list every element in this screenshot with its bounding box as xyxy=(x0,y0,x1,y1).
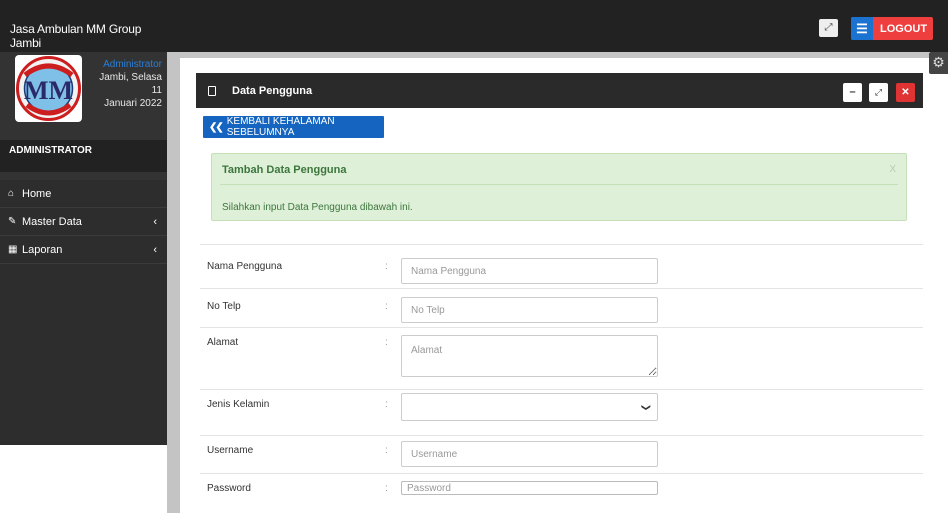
alert-close-button[interactable]: X xyxy=(889,164,896,175)
chevron-down-icon: ❯ xyxy=(641,403,652,412)
user-role: Administrator xyxy=(103,59,162,70)
profile-date-line-1: Jambi, Selasa 11 xyxy=(99,72,162,96)
home-icon: ⌂ xyxy=(8,188,15,199)
username-input[interactable] xyxy=(401,441,658,467)
no-telp-input[interactable] xyxy=(401,297,658,323)
form-divider xyxy=(200,435,923,436)
brand-title[interactable]: Jasa Ambulan MM Group Jambi xyxy=(0,0,167,52)
logout-button[interactable]: ☰ LOGOUT xyxy=(851,17,933,40)
password-label: Password xyxy=(207,483,251,494)
alert-divider xyxy=(220,184,898,185)
form-divider xyxy=(200,288,923,289)
username-label: Username xyxy=(207,445,254,456)
alamat-label: Alamat xyxy=(207,337,239,348)
calendar-icon: ▦ xyxy=(8,244,18,255)
chevron-left-icon: ‹ xyxy=(153,215,157,228)
sidebar: Jasa Ambulan MM Group Jambi MM Administr… xyxy=(0,0,167,445)
logout-label: LOGOUT xyxy=(880,22,928,35)
field-separator: : xyxy=(385,483,388,494)
sidebar-item-label: Master Data xyxy=(22,215,82,228)
profile-date-line-2: Januari 2022 xyxy=(104,98,162,109)
alamat-textarea[interactable] xyxy=(401,335,658,377)
chevron-left-icon: ‹ xyxy=(153,243,157,256)
field-separator: : xyxy=(385,301,388,312)
user-profile: MM Administrator Jambi, Selasa 11 Januar… xyxy=(0,52,167,140)
alert-title: Tambah Data Pengguna xyxy=(222,164,347,176)
menu-icon[interactable]: ☰ xyxy=(851,17,873,40)
form-divider xyxy=(200,327,923,328)
jenis-kelamin-select[interactable]: ❯ xyxy=(401,393,658,421)
sidebar-item-label: Laporan xyxy=(22,243,63,256)
no-telp-label: No Telp xyxy=(207,301,241,312)
back-button-label: KEMBALI KEHALAMAN SEBELUMNYA xyxy=(226,116,335,138)
gear-icon[interactable]: ⚙ xyxy=(929,52,948,74)
expand-icon: ⤢ xyxy=(824,22,833,33)
form-divider xyxy=(200,244,923,245)
logo-letters: MM xyxy=(24,76,73,105)
form-divider xyxy=(200,389,923,390)
top-navbar: ⤢ ☰ LOGOUT xyxy=(167,0,948,52)
sidebar-item-laporan[interactable]: ▦ Laporan ‹ xyxy=(0,236,167,264)
field-separator: : xyxy=(385,261,388,272)
alert-message: Silahkan input Data Pengguna dibawah ini… xyxy=(222,202,413,213)
panel-header: Data Pengguna – ⤢ ✕ xyxy=(196,73,923,108)
sidebar-item-label: Home xyxy=(22,187,52,200)
field-separator: : xyxy=(385,337,388,348)
document-icon xyxy=(208,85,216,96)
field-separator: : xyxy=(385,445,388,456)
double-chevron-left-icon: ❮❮ xyxy=(209,121,224,133)
field-separator: : xyxy=(385,399,388,410)
back-button[interactable]: ❮❮ KEMBALI KEHALAMAN SEBELUMNYA xyxy=(203,116,384,138)
info-alert: Tambah Data Pengguna X Silahkan input Da… xyxy=(211,153,907,221)
edit-icon: ✎ xyxy=(8,216,17,227)
nama-pengguna-label: Nama Pengguna xyxy=(207,261,283,272)
sidebar-spacer xyxy=(0,172,167,180)
sidebar-item-master-data[interactable]: ✎ Master Data ‹ xyxy=(0,208,167,236)
profile-info: Administrator Jambi, Selasa 11 Januari 2… xyxy=(90,58,162,110)
minimize-button[interactable]: – xyxy=(843,83,862,102)
jenis-kelamin-label: Jenis Kelamin xyxy=(207,399,270,410)
fullscreen-button[interactable]: ⤢ xyxy=(819,19,838,37)
close-button[interactable]: ✕ xyxy=(896,83,915,102)
company-logo: MM xyxy=(15,55,82,122)
panel-title: Data Pengguna xyxy=(232,84,313,97)
sidebar-section-title: ADMINISTRATOR xyxy=(0,140,167,172)
maximize-button[interactable]: ⤢ xyxy=(869,83,888,102)
form-divider xyxy=(200,473,923,474)
password-input[interactable] xyxy=(401,481,658,495)
nama-pengguna-input[interactable] xyxy=(401,258,658,284)
sidebar-item-home[interactable]: ⌂ Home xyxy=(0,180,167,208)
